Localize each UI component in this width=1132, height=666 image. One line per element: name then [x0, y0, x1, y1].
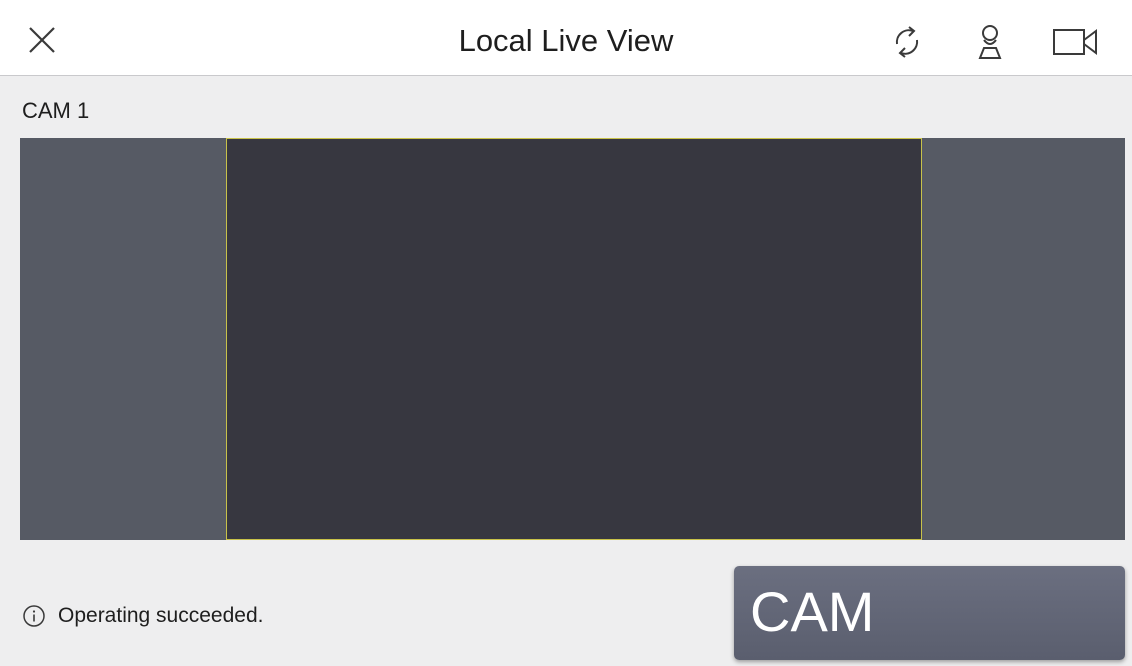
status-message: Operating succeeded.: [22, 602, 263, 630]
video-area[interactable]: [20, 138, 1125, 540]
page-title: Local Live View: [458, 23, 674, 58]
video-camera-icon[interactable]: [1048, 22, 1104, 62]
refresh-icon[interactable]: [886, 22, 928, 62]
video-frame-selected[interactable]: [226, 138, 922, 540]
camera-label: CAM 1: [22, 98, 90, 123]
person-location-icon[interactable]: [968, 22, 1012, 62]
status-text: Operating succeeded.: [58, 604, 264, 627]
cam-button[interactable]: CAM: [734, 566, 1125, 660]
header-bar: Local Live View: [0, 0, 1132, 76]
info-icon: [23, 605, 45, 627]
